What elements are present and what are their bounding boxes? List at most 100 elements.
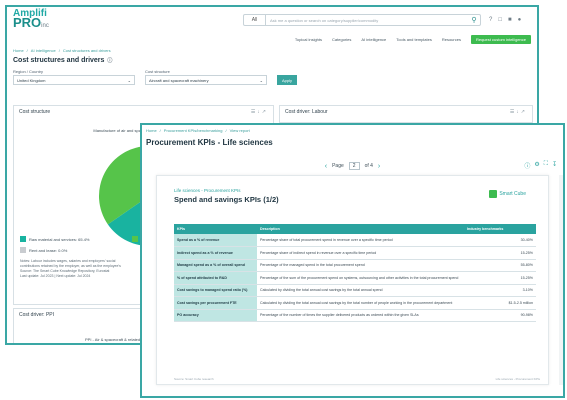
notification-icon[interactable]: ■ (508, 17, 512, 23)
search-icon[interactable]: ⚲ (468, 16, 480, 24)
screenshot-stage: Amplifi PROinc All Ask me a question or … (0, 0, 567, 400)
kpi-benchmark: 15-25% (464, 271, 536, 285)
request-intelligence-button[interactable]: Request custom intelligence (470, 34, 531, 44)
header-benchmarks: Industry benchmarks (464, 224, 536, 234)
expand-icon[interactable]: ↗ (521, 109, 527, 115)
kpi-benchmark: 55-80% (464, 259, 536, 272)
top-bar: Amplifi PROinc All Ask me a question or … (7, 7, 537, 33)
header-kpis: KPIs (174, 224, 257, 234)
region-select[interactable]: United Kingdom ⌄ (13, 75, 135, 85)
kpi-description: Percentage of the managed spend in the t… (257, 259, 464, 272)
chart-notes: Notes: Labour includes wages, salaries a… (20, 259, 121, 279)
report-viewer-window: Home / Procurement KPIs/benchmarking / Vie… (140, 123, 565, 398)
app-logo[interactable]: Amplifi PROinc (13, 9, 75, 31)
structure-filter: Cost structure Aircraft and spacecraft m… (145, 69, 267, 85)
panel-tools: ☰↓↗ (510, 109, 527, 115)
page-label: Page (332, 163, 344, 169)
brand-name: Smart Cube (499, 191, 526, 197)
kpi-name: Cost savings per procurement FTE (174, 296, 257, 310)
download-icon[interactable]: ↧ (552, 161, 557, 170)
page-title-text: Cost structures and drivers (13, 56, 105, 64)
kpi-description: Percentage of the sum of the procurement… (257, 271, 464, 285)
kpi-benchmark: 30-40% (464, 234, 536, 247)
panel-tools: ☰↓↗ (251, 109, 268, 115)
kpi-table: KPIs Description Industry benchmarks Spe… (174, 224, 536, 322)
expand-icon[interactable]: ↗ (262, 109, 268, 115)
legend-swatch (20, 236, 26, 242)
breadcrumb-view-report: View report (229, 128, 250, 133)
legend-item-rent: Rent and lease: 0.0% (20, 247, 67, 253)
help-icon[interactable]: ? (489, 17, 492, 23)
kpi-benchmark: 3-10% (464, 284, 536, 297)
structure-select[interactable]: Aircraft and spacecraft machinery ⌄ (145, 75, 267, 85)
top-icons: ? □ ■ ● (489, 17, 521, 23)
kpi-name: Spend as a % of revenue (174, 234, 257, 247)
kpi-name: PO accuracy (174, 309, 257, 322)
kpi-description: Calculated by dividing the total annual … (257, 284, 464, 297)
report-title: Procurement KPIs - Life sciences (146, 138, 273, 147)
kpi-name: Managed spend as a % of overall spend (174, 259, 257, 272)
bookmark-icon[interactable]: □ (498, 17, 502, 23)
filters-row: Region / Country United Kingdom ⌄ Cost st… (7, 69, 537, 85)
viewer-scrollbar[interactable] (559, 175, 563, 385)
legend-swatch (132, 236, 138, 242)
note-line: Last update: Jul 2023 | Next update: Jul… (20, 274, 91, 278)
zoom-icon[interactable]: ⓘ (524, 161, 530, 170)
legend-label: Rent and lease: 0.0% (29, 247, 68, 253)
breadcrumb-ai[interactable]: AI intelligence (31, 48, 56, 53)
breadcrumb-home[interactable]: Home (146, 128, 157, 133)
viewer-tools: ⓘ ⚙ ⛶ ↧ (524, 161, 557, 170)
prev-page-icon[interactable]: ‹ (325, 163, 327, 170)
legend-label: Raw material and services: 65.4% (29, 236, 90, 242)
nav-topical-insights[interactable]: Topical insights (295, 37, 322, 42)
report-breadcrumb: Home / Procurement KPIs/benchmarking / Vie… (146, 128, 250, 133)
nav-tools-templates[interactable]: Tools and templates (396, 37, 432, 42)
report-page: Life sciences - Procurement KPIs Spend a… (156, 175, 549, 385)
panel-title-cost-structure: Cost structure (19, 109, 51, 115)
brand-logo: Smart Cube (489, 190, 526, 198)
next-page-icon[interactable]: › (378, 163, 380, 170)
kpi-benchmark: 15-25% (464, 246, 536, 260)
table-row: Indirect spend as a % of revenue Percenta… (174, 246, 536, 260)
page-navigator: ‹ Page 2 of 4 › (142, 160, 563, 172)
search-bar[interactable]: All Ask me a question or search on categ… (243, 14, 481, 26)
legend-item-raw-material: Raw material and services: 65.4% (20, 236, 89, 242)
table-header: KPIs Description Industry benchmarks (174, 224, 536, 234)
settings-icon[interactable]: ⚙ (534, 161, 539, 170)
doc-footer-title: Life sciences - Procurement KPIs (495, 377, 540, 381)
legend-swatch (20, 247, 26, 253)
kpi-description: Calculated by dividing the total annual … (257, 296, 464, 310)
page-total: of 4 (364, 163, 373, 169)
user-icon[interactable]: ● (518, 17, 522, 23)
chevron-down-icon: ⌄ (127, 77, 131, 83)
table-row: Cost savings per procurement FTE Calculat… (174, 296, 536, 310)
table-row: PO accuracy Percentage of the number of t… (174, 309, 536, 322)
kpi-description: Percentage share of indirect spend in re… (257, 246, 464, 260)
breadcrumb: Home / AI intelligence / Cost structures a… (13, 47, 111, 53)
kpi-benchmark: 90-98% (464, 309, 536, 322)
breadcrumb-kpis[interactable]: Procurement KPIs/benchmarking (164, 128, 223, 133)
breadcrumb-home[interactable]: Home (13, 48, 24, 53)
info-icon[interactable]: ⓘ (107, 57, 112, 64)
kpi-benchmark: $1.5-2.5 million (464, 296, 536, 310)
search-scope-select[interactable]: All (244, 15, 266, 25)
breadcrumb-current: Cost structures and drivers (62, 47, 111, 53)
kpi-name: % of spend attributed to R&D (174, 271, 257, 285)
doc-footer-source: Source: Smart Cube research (174, 377, 214, 381)
logo-suffix: inc (41, 23, 49, 29)
main-nav: Topical insights Categories AI intellige… (7, 33, 537, 45)
kpi-description: Percentage share of total procurement sp… (257, 234, 464, 247)
nav-ai-intelligence[interactable]: AI intelligence (361, 37, 386, 42)
nav-categories[interactable]: Categories (332, 37, 351, 42)
labour-driver-panel: Cost driver: Labour ☰↓↗ (279, 105, 533, 123)
nav-resources[interactable]: Resources (442, 37, 461, 42)
kpi-description: Percentage of the number of times the su… (257, 309, 464, 322)
search-input[interactable]: Ask me a question or search on category/… (266, 18, 468, 23)
fullscreen-icon[interactable]: ⛶ (544, 161, 548, 170)
doc-title: Spend and savings KPIs (1/2) (174, 195, 279, 204)
region-value: United Kingdom (17, 77, 46, 83)
table-row: Spend as a % of revenue Percentage share … (174, 234, 536, 247)
apply-button[interactable]: Apply (277, 75, 298, 85)
page-number-input[interactable]: 2 (348, 162, 360, 170)
panel-title-labour: Cost driver: Labour (285, 109, 328, 115)
